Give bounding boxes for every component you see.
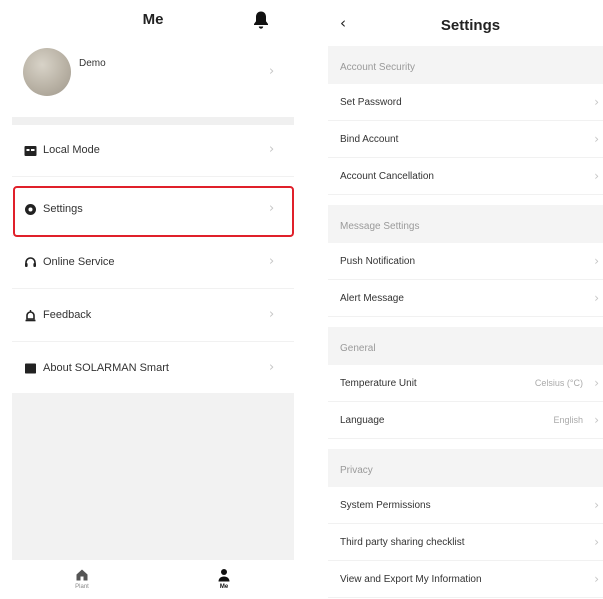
settings-row-language[interactable]: Language English › [328, 402, 603, 439]
divider [12, 117, 294, 125]
section-title: Message Settings [340, 221, 420, 232]
row-label: Temperature Unit [340, 378, 417, 389]
book-icon [25, 363, 36, 374]
profile-name: Demo [79, 58, 106, 69]
folder-icon [24, 146, 37, 156]
row-label: System Permissions [340, 500, 431, 511]
me-screen: Me Demo › Local Mode › Settings › Online… [12, 0, 294, 599]
settings-row-third-party-sharing[interactable]: Third party sharing checklist › [328, 524, 603, 561]
chevron-right-icon: › [594, 254, 599, 268]
menu-item-online-service[interactable]: Online Service › [12, 237, 294, 289]
section-header-message-settings: Message Settings [328, 205, 603, 243]
chevron-right-icon: › [269, 307, 275, 322]
settings-row-account-cancellation[interactable]: Account Cancellation › [328, 158, 603, 195]
chevron-right-icon: › [594, 169, 599, 183]
menu-item-feedback[interactable]: Feedback › [12, 290, 294, 342]
headset-icon [25, 257, 36, 267]
bell-icon[interactable] [252, 10, 270, 30]
settings-row-system-permissions[interactable]: System Permissions › [328, 487, 603, 524]
settings-screen: ‹ Settings Account Security Set Password… [328, 0, 603, 599]
settings-row-temperature-unit[interactable]: Temperature Unit Celsius (°C) › [328, 365, 603, 402]
menu-item-label: Online Service [43, 256, 115, 268]
section-title: General [340, 343, 376, 354]
settings-row-alert-message[interactable]: Alert Message › [328, 280, 603, 317]
section-header-privacy: Privacy [328, 449, 603, 487]
chevron-right-icon: › [594, 572, 599, 586]
row-label: View and Export My Information [340, 574, 482, 585]
row-label: Account Cancellation [340, 171, 434, 182]
chevron-right-icon: › [269, 64, 275, 79]
row-label: Third party sharing checklist [340, 537, 465, 548]
chevron-right-icon: › [269, 142, 275, 157]
house-icon [76, 569, 88, 581]
tab-label: Plant [75, 584, 89, 590]
settings-row-push-notification[interactable]: Push Notification › [328, 243, 603, 280]
tab-plant[interactable]: Plant [62, 568, 102, 590]
settings-header: ‹ Settings [328, 0, 603, 44]
row-label: Push Notification [340, 256, 416, 267]
menu-item-local-mode[interactable]: Local Mode › [12, 125, 294, 177]
section-title: Privacy [340, 465, 373, 476]
page-title: Settings [440, 17, 501, 34]
menu-item-label: Feedback [43, 309, 92, 321]
chevron-right-icon: › [269, 360, 275, 375]
menu-item-label: About SOLARMAN Smart [43, 362, 169, 374]
tab-label: Me [219, 584, 229, 590]
empty-area [12, 393, 294, 560]
settings-highlight-box [13, 186, 294, 237]
section-title: Account Security [340, 62, 416, 73]
feedback-icon [25, 310, 36, 322]
section-header-general: General [328, 327, 603, 365]
avatar[interactable] [23, 48, 71, 96]
section-header-account-security: Account Security [328, 46, 603, 84]
chevron-right-icon: › [594, 376, 599, 390]
chevron-right-icon: › [269, 254, 275, 269]
chevron-right-icon: › [594, 498, 599, 512]
chevron-right-icon: › [594, 291, 599, 305]
row-value: English [553, 415, 583, 425]
me-header: Me [12, 0, 294, 42]
settings-row-bind-account[interactable]: Bind Account › [328, 121, 603, 158]
chevron-right-icon: › [594, 132, 599, 146]
row-label: Language [340, 415, 385, 426]
chevron-right-icon: › [594, 535, 599, 549]
row-label: Alert Message [340, 293, 404, 304]
row-value: Celsius (°C) [534, 378, 583, 388]
settings-row-set-password[interactable]: Set Password › [328, 84, 603, 121]
chevron-right-icon: › [594, 413, 599, 427]
bottom-tab-bar: Plant Me [12, 560, 294, 599]
chevron-right-icon: › [594, 95, 599, 109]
settings-row-view-export-info[interactable]: View and Export My Information › [328, 561, 603, 598]
tab-me[interactable]: Me [204, 568, 244, 590]
menu-item-about[interactable]: About SOLARMAN Smart › [12, 343, 294, 395]
person-icon [218, 569, 230, 582]
profile-card[interactable]: Demo › [12, 42, 294, 118]
row-label: Set Password [340, 97, 402, 108]
row-label: Bind Account [340, 134, 399, 145]
menu-item-label: Local Mode [43, 144, 100, 156]
